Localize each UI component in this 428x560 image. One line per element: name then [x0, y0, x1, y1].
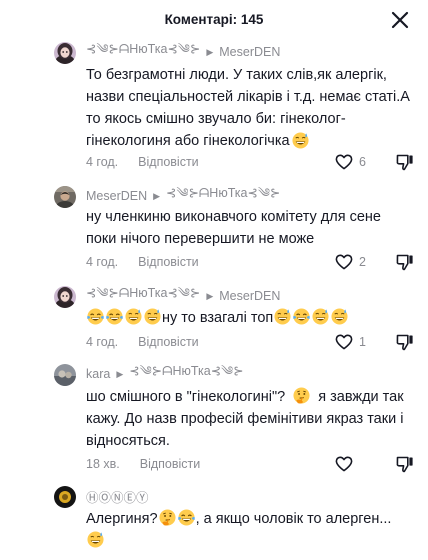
reply-button[interactable]: Відповісти [138, 155, 199, 169]
like-count: 1 [359, 335, 366, 349]
tears-of-joy-emoji [87, 308, 104, 325]
like-button[interactable] [334, 454, 374, 474]
comment-text-rest: , а якщо чоловік то алерген... [195, 511, 392, 527]
comment-footer: 18 хв. Відповісти [86, 454, 200, 474]
comment-author[interactable]: kara [86, 367, 110, 381]
comment-text: шо смішного в "гінекологині"? я завжди т… [86, 386, 410, 452]
reply-button[interactable]: Відповісти [138, 255, 199, 269]
grinning-sweat-emoji [331, 308, 349, 325]
comment-footer: 4 год. Відповісти [86, 252, 199, 272]
comment-time: 4 год. [86, 255, 119, 269]
reply-button[interactable]: Відповісти [140, 457, 201, 471]
like-count: 6 [359, 155, 366, 169]
caret-right-icon: ▶ [206, 290, 214, 301]
grinning-sweat-emoji [125, 308, 142, 325]
comment-time: 18 хв. [86, 457, 120, 471]
thumbs-down-icon[interactable] [395, 332, 415, 352]
like-button[interactable]: 6 [334, 152, 374, 172]
heart-outline-icon [335, 456, 353, 472]
like-button[interactable]: 1 [334, 332, 374, 352]
grinning-sweat-emoji [274, 308, 292, 325]
avatar[interactable] [54, 364, 76, 386]
comment-meta: MeserDEN ▶ ⊰༄⊱ᗩНюТка⊰༄⊱ [86, 186, 280, 206]
comment-meta: ⊰༄⊱ᗩНюТка⊰༄⊱ ▶ MeserDEN [86, 42, 280, 62]
comment-time: 4 год. [86, 335, 119, 349]
tears-of-joy-emoji [177, 509, 195, 526]
grinning-sweat-emoji [312, 308, 330, 325]
thinking-face-emoji [158, 509, 176, 526]
comments-count-title: Коментарі: 145 [164, 12, 264, 27]
avatar[interactable] [54, 42, 76, 64]
thumbs-down-icon[interactable] [395, 252, 415, 272]
comment-item: ⊰༄⊱ᗩНюТка⊰༄⊱ ▶ MeserDEN ну то взагалі то… [0, 286, 428, 356]
comment-text: ну то взагалі топ [86, 307, 410, 329]
thinking-face-emoji [293, 387, 311, 404]
comment-item: kara ▶ ⊰༄⊱ᗩНюТка⊰༄⊱ шо смішного в "гінек… [0, 364, 428, 479]
reply-to-user[interactable]: MeserDEN [219, 289, 280, 303]
comment-text: Алергиня? , а якщо чоловік то алерген... [86, 508, 410, 552]
tears-of-joy-emoji [106, 308, 123, 325]
comment-footer: 4 год. Відповісти [86, 332, 199, 352]
comment-text-start: Алергиня? [86, 511, 158, 527]
comment-author[interactable]: MeserDEN [86, 189, 147, 203]
comment-text-main: ну то взагалі топ [162, 310, 274, 326]
like-button[interactable]: 2 [334, 252, 374, 272]
close-icon[interactable] [389, 9, 411, 31]
grinning-sweat-emoji [144, 308, 161, 325]
comment-author[interactable]: ⒽⓄⓃⒺⓎ [86, 487, 149, 506]
caret-right-icon: ▶ [116, 368, 124, 379]
comment-text-start: шо смішного в "гінекологині"? [86, 389, 286, 405]
comment-footer: 4 год. Відповісти [86, 152, 199, 172]
avatar[interactable] [54, 486, 76, 508]
comment-item: ⒽⓄⓃⒺⓎ Алергиня? , а якщо чоловік то алерг… [0, 486, 428, 560]
thumbs-down-icon[interactable] [395, 454, 415, 474]
grinning-sweat-emoji [87, 531, 104, 548]
caret-right-icon: ▶ [153, 190, 161, 201]
comment-text: То безграмотні люди. У таких слів,як але… [86, 67, 410, 149]
grinning-sweat-emoji [292, 132, 309, 149]
avatar[interactable] [54, 186, 76, 208]
comment-item: ⊰༄⊱ᗩНюТка⊰༄⊱ ▶ MeserDEN То безграмотні л… [0, 42, 428, 177]
heart-outline-icon [335, 154, 353, 170]
reply-button[interactable]: Відповісти [138, 335, 199, 349]
comment-meta: ⊰༄⊱ᗩНюТка⊰༄⊱ ▶ MeserDEN [86, 286, 280, 306]
avatar[interactable] [54, 286, 76, 308]
caret-right-icon: ▶ [206, 46, 214, 57]
comment-time: 4 год. [86, 155, 119, 169]
like-count: 2 [359, 255, 366, 269]
comment-text: ну членкиню виконавчого комітету для сен… [86, 209, 381, 247]
comments-header: Коментарі: 145 [0, 0, 428, 40]
comment-meta: ⒽⓄⓃⒺⓎ [86, 486, 149, 506]
tears-of-joy-emoji [293, 308, 311, 325]
heart-outline-icon [335, 254, 353, 270]
comment-item: MeserDEN ▶ ⊰༄⊱ᗩНюТка⊰༄⊱ ну членкиню вико… [0, 186, 428, 276]
comment-meta: kara ▶ ⊰༄⊱ᗩНюТка⊰༄⊱ [86, 364, 244, 384]
heart-outline-icon [335, 334, 353, 350]
thumbs-down-icon[interactable] [395, 152, 415, 172]
reply-to-user[interactable]: MeserDEN [219, 45, 280, 59]
